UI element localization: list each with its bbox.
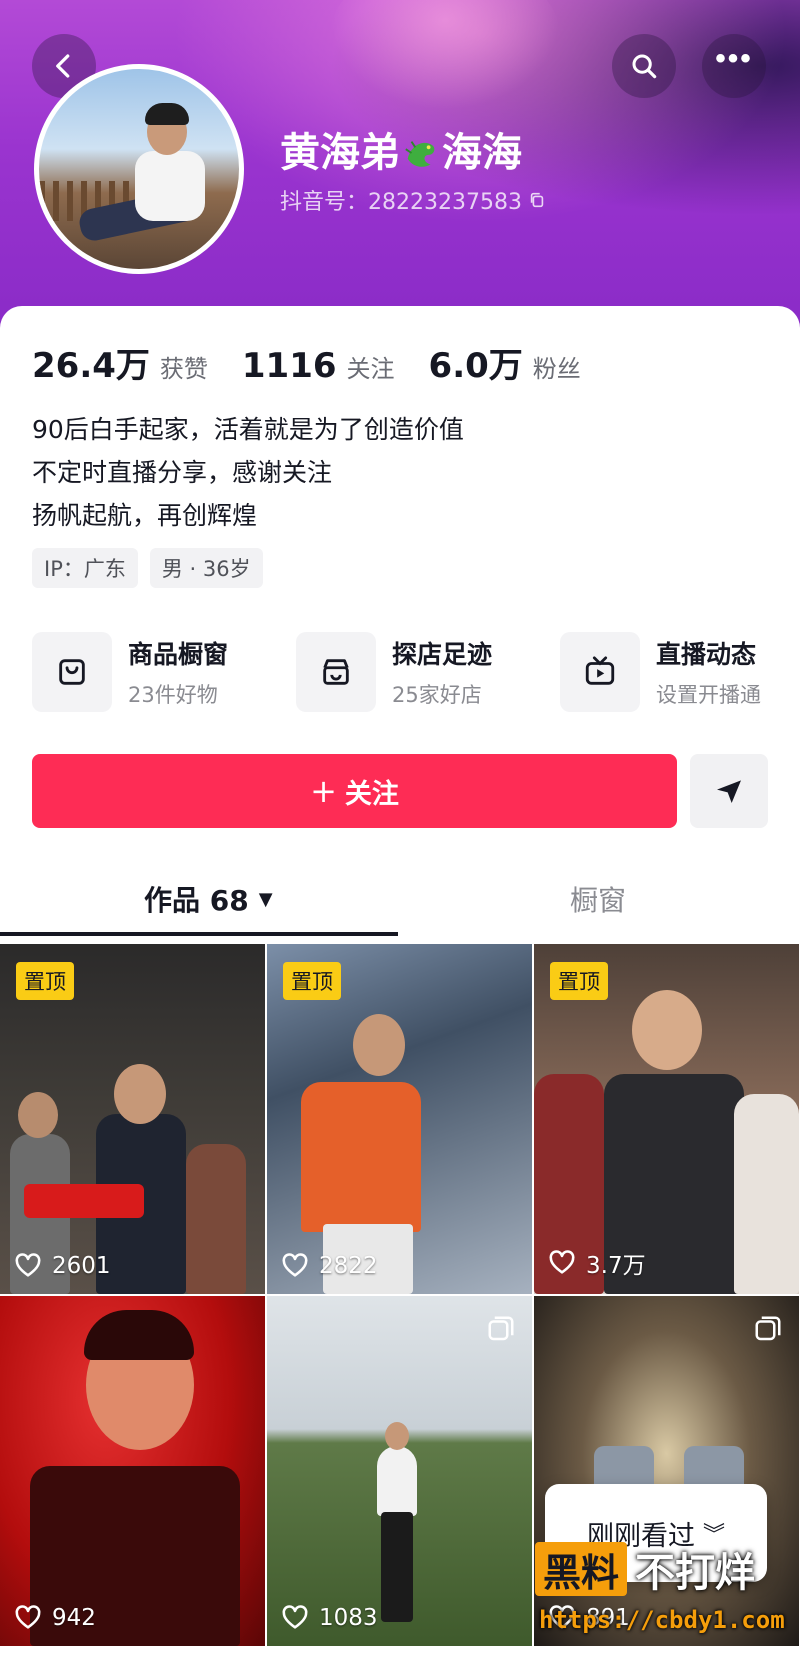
more-options-button[interactable]: •••: [702, 34, 766, 98]
bio-line: 90后白手起家，活着就是为了创造价值: [32, 415, 464, 444]
watermark: 黑料 不打烊 https://cbdy1.com: [535, 1540, 795, 1650]
bio-line: 不定时直播分享，感谢关注: [32, 458, 333, 487]
watermark-text: 不打烊: [635, 1550, 756, 1596]
follow-button[interactable]: + 关注: [32, 754, 677, 828]
video-tile[interactable]: 置顶 2822: [267, 944, 532, 1294]
video-tile[interactable]: 置顶 2601: [0, 944, 265, 1294]
search-button[interactable]: [612, 34, 676, 98]
search-icon: [632, 54, 657, 79]
live-updates-title: 直播动态: [656, 640, 757, 669]
shop-window-title: 商品橱窗: [128, 640, 229, 669]
video-tile[interactable]: 1083: [267, 1296, 532, 1646]
share-button[interactable]: [690, 754, 768, 828]
copy-icon[interactable]: [528, 191, 546, 209]
likes-label: 获赞: [159, 355, 208, 383]
content-tabs: 作品 68 ▼ 橱窗: [0, 862, 800, 936]
ip-location-tag: IP：广东: [32, 548, 138, 588]
service-entries: 商品橱窗 23件好物 探店足迹 25家好店 直播动态 设置开播通: [32, 630, 800, 714]
tab-shop-window[interactable]: 橱窗: [570, 862, 626, 936]
bio-line: 扬帆起航，再创辉煌: [32, 501, 258, 530]
multi-image-icon: [755, 1316, 781, 1341]
dragon-emoji-icon: [405, 141, 435, 167]
avatar[interactable]: [34, 64, 244, 274]
plus-icon: +: [310, 772, 337, 810]
video-likes-count: 3.7万: [586, 1253, 646, 1279]
bag-icon: [59, 659, 85, 685]
heart-outline-icon: [549, 1250, 575, 1274]
pinned-badge: 置顶: [16, 962, 74, 1000]
heart-outline-icon: [282, 1253, 308, 1277]
profile-bio: 90后白手起家，活着就是为了创造价值 不定时直播分享，感谢关注 扬帆起航，再创辉…: [32, 408, 464, 537]
store-visits-title: 探店足迹: [392, 640, 493, 669]
store-visits-subtitle: 25家好店: [392, 683, 482, 707]
following-count[interactable]: 1116: [242, 346, 337, 386]
profile-card: 26.4万 获赞 1116 关注 6.0万 粉丝 90后白手起家，活着就是为了创…: [0, 306, 800, 1656]
followers-count[interactable]: 6.0万: [429, 338, 523, 387]
heart-outline-icon: [282, 1605, 308, 1629]
active-tab-indicator: [0, 932, 398, 936]
tab-shop-label: 橱窗: [570, 884, 627, 917]
video-likes-count: 1083: [319, 1605, 378, 1631]
store-icon: [323, 659, 349, 685]
followers-label[interactable]: 粉丝: [533, 349, 581, 384]
caret-down-icon: ▼: [258, 888, 273, 910]
video-likes: 942: [14, 1604, 96, 1632]
video-tile[interactable]: 置顶 3.7万: [534, 944, 799, 1294]
live-updates-entry[interactable]: 直播动态 设置开播通: [560, 630, 761, 714]
douyin-id-text: 抖音号：28223237583: [280, 190, 522, 215]
gender-age-tag: 男 · 36岁: [149, 548, 263, 588]
chevron-left-icon: [56, 54, 70, 78]
follow-button-label: 关注: [344, 778, 399, 810]
douyin-id[interactable]: 抖音号：28223237583: [280, 184, 546, 216]
pinned-badge: 置顶: [283, 962, 341, 1000]
store-visits-entry[interactable]: 探店足迹 25家好店: [296, 630, 492, 714]
shop-window-entry[interactable]: 商品橱窗 23件好物: [32, 630, 228, 714]
watermark-url: https://cbdy1.com: [539, 1606, 785, 1634]
more-dots-icon: •••: [715, 42, 753, 75]
multi-image-icon: [488, 1316, 514, 1341]
heart-outline-icon: [15, 1253, 41, 1277]
profile-name-part1: 黄海弟: [280, 130, 400, 176]
heart-outline-icon: [15, 1605, 41, 1629]
profile-tags: IP：广东 男 · 36岁: [32, 548, 263, 588]
video-likes-count: 2822: [319, 1253, 378, 1279]
video-likes: 1083: [281, 1604, 378, 1632]
tv-icon: [585, 656, 615, 685]
video-likes: 2601: [14, 1252, 111, 1280]
following-label[interactable]: 关注: [347, 349, 395, 384]
likes-count: 26.4万: [32, 346, 150, 386]
watermark-badge: 黑料: [535, 1542, 628, 1596]
shop-window-subtitle: 23件好物: [128, 683, 218, 707]
tab-works-label: 作品 68: [144, 884, 249, 917]
pinned-badge: 置顶: [550, 962, 608, 1000]
send-icon: [717, 780, 741, 803]
profile-name-part2: 海海: [442, 130, 522, 176]
header-cover-image: [330, 0, 560, 110]
profile-name: 黄海弟 海海: [280, 120, 522, 178]
tab-works[interactable]: 作品 68 ▼: [144, 862, 273, 936]
video-likes: 2822: [281, 1252, 378, 1280]
video-likes: 3.7万: [548, 1246, 646, 1280]
video-tile[interactable]: 942: [0, 1296, 265, 1646]
profile-stats: 26.4万 获赞 1116 关注 6.0万 粉丝: [32, 338, 615, 387]
live-updates-subtitle: 设置开播通: [656, 683, 761, 707]
video-likes-count: 942: [52, 1605, 96, 1631]
video-likes-count: 2601: [52, 1253, 111, 1279]
